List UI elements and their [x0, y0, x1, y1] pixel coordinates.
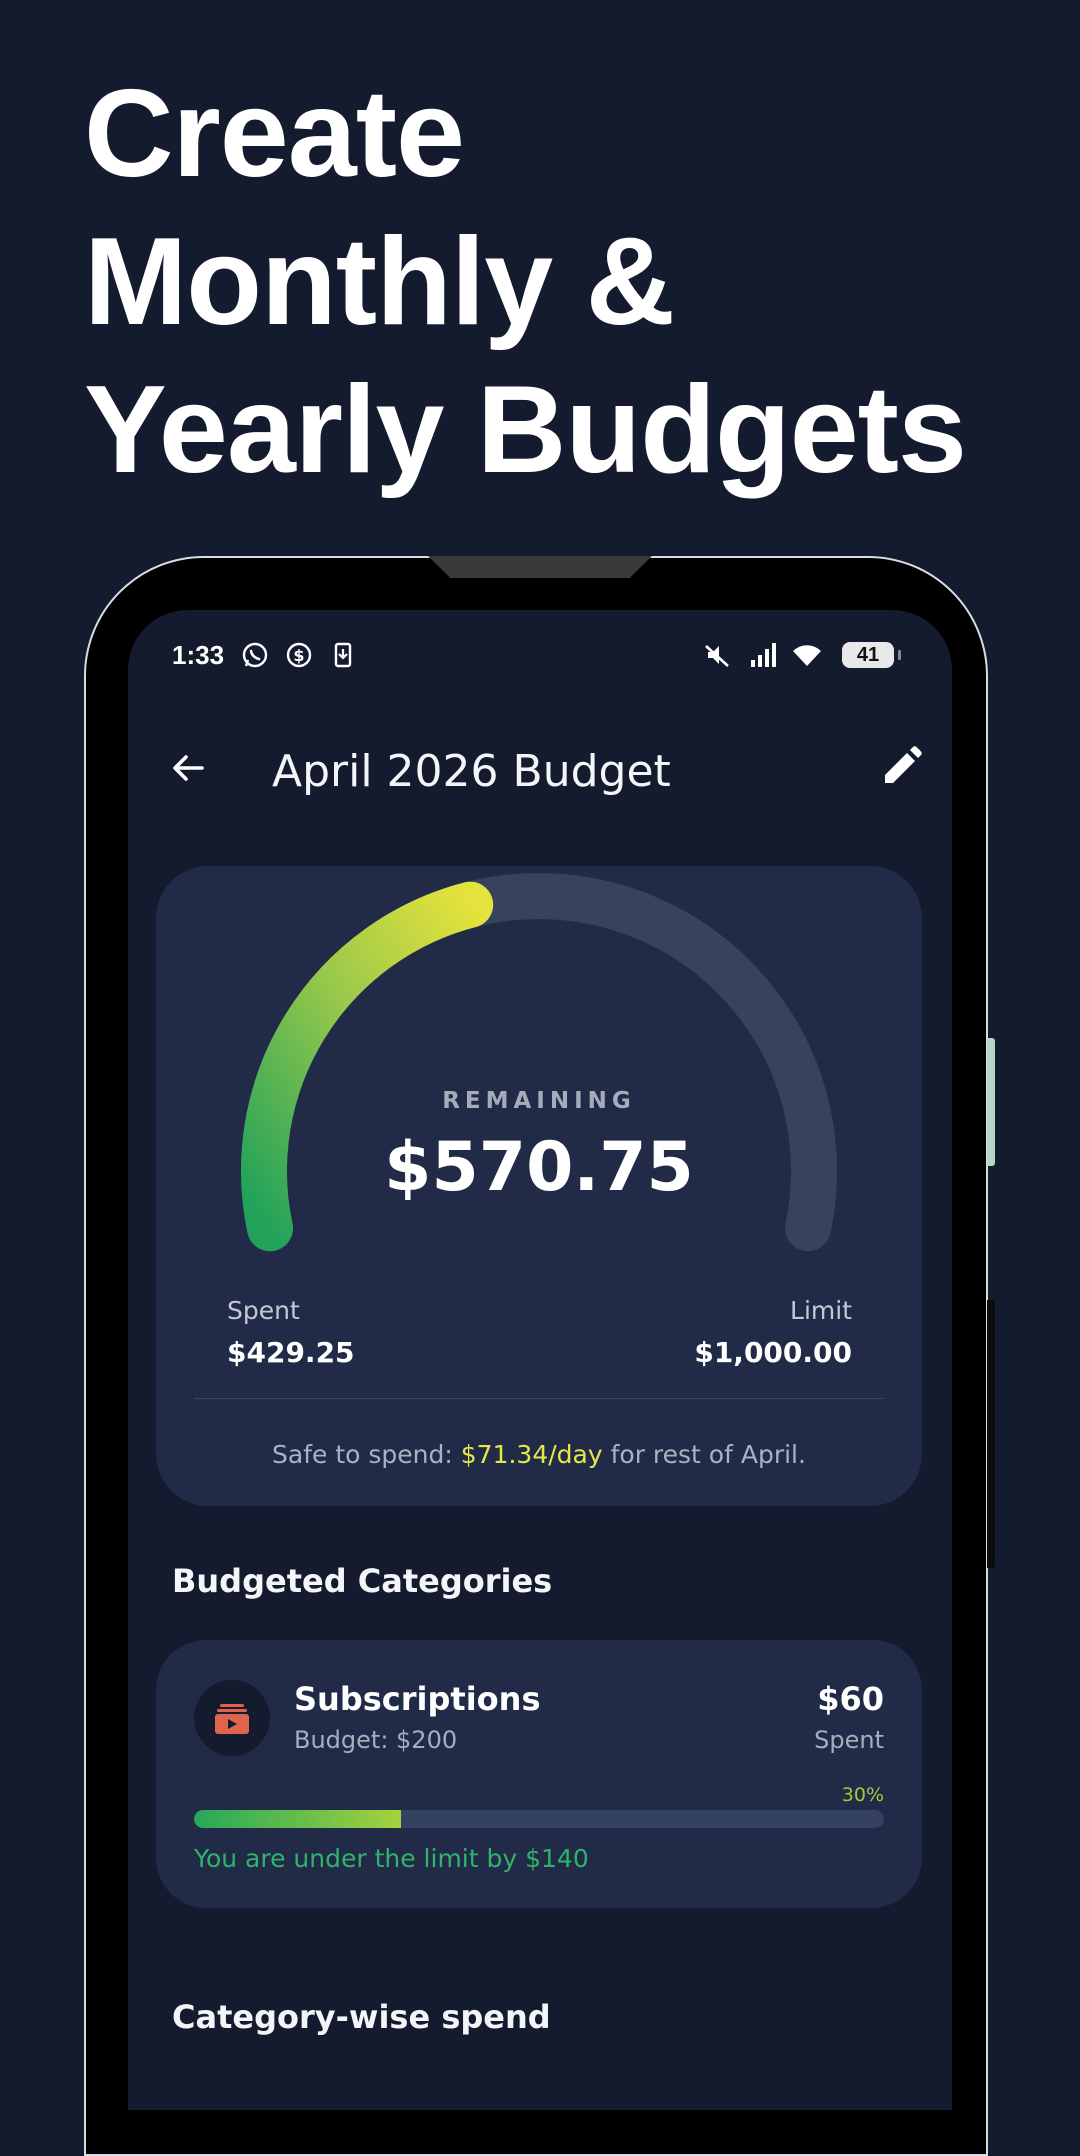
limit-value: $1,000.00 [694, 1336, 852, 1369]
category-status-message: You are under the limit by $140 [194, 1844, 589, 1873]
budget-gauge [241, 873, 837, 1252]
headline-line-1: Create [84, 65, 465, 203]
safe-to-spend-text: Safe to spend: $71.34/day for rest of Ap… [156, 1440, 922, 1469]
category-percent: 30% [841, 1784, 884, 1806]
category-progress-fill [194, 1810, 401, 1828]
safe-prefix: Safe to spend: [272, 1440, 461, 1469]
status-time: 1:33 [172, 640, 225, 670]
wifi-icon [793, 645, 821, 666]
page-title: April 2026 Budget [272, 746, 671, 797]
section-title-category-wise-spend: Category-wise spend [172, 1998, 551, 2036]
status-bar: 1:33 $ 41 [128, 610, 952, 702]
back-button[interactable] [164, 744, 212, 792]
headline-line-3: Yearly Budgets [84, 361, 967, 499]
phone-side-button [987, 1038, 995, 1166]
dollar-circle-icon: $ [286, 642, 312, 668]
category-budget: Budget: $200 [294, 1726, 458, 1754]
whatsapp-icon [242, 642, 268, 668]
phone-side-button-lower [987, 1300, 995, 1568]
phone-screen: 1:33 $ 41 April 2026 Budget REMAINING $5… [128, 610, 952, 2110]
remaining-label: REMAINING [442, 1088, 636, 1114]
category-spent-amount: $60 [817, 1680, 884, 1718]
edit-button[interactable] [876, 742, 926, 792]
app-bar: April 2026 Budget [128, 720, 952, 820]
svg-text:$: $ [293, 646, 304, 665]
safe-suffix: for rest of April. [602, 1440, 806, 1469]
budget-summary-card: REMAINING $570.75 Spent $429.25 Limit $1… [156, 866, 922, 1506]
subscription-play-icon [215, 1704, 249, 1734]
limit-label: Limit [790, 1296, 852, 1325]
category-icon-container [194, 1680, 270, 1756]
section-title-budgeted-categories: Budgeted Categories [172, 1562, 553, 1600]
spent-label: Spent [227, 1296, 300, 1325]
category-name: Subscriptions [294, 1680, 541, 1718]
remaining-value: $570.75 [384, 1128, 694, 1207]
download-icon [334, 642, 352, 668]
category-progress-track [194, 1810, 884, 1828]
signal-icon [751, 643, 776, 667]
mute-icon [705, 645, 729, 667]
category-card-subscriptions[interactable]: Subscriptions Budget: $200 $60 Spent 30%… [156, 1640, 922, 1908]
headline-line-2: Monthly & [84, 213, 675, 351]
safe-amount: $71.34/day [460, 1440, 603, 1469]
divider [194, 1398, 884, 1399]
headline: Create Monthly & Yearly Budgets [84, 60, 967, 504]
category-spent-label: Spent [814, 1726, 884, 1754]
battery-indicator: 41 [842, 642, 901, 668]
spent-value: $429.25 [227, 1336, 355, 1369]
phone-notch [428, 556, 652, 578]
